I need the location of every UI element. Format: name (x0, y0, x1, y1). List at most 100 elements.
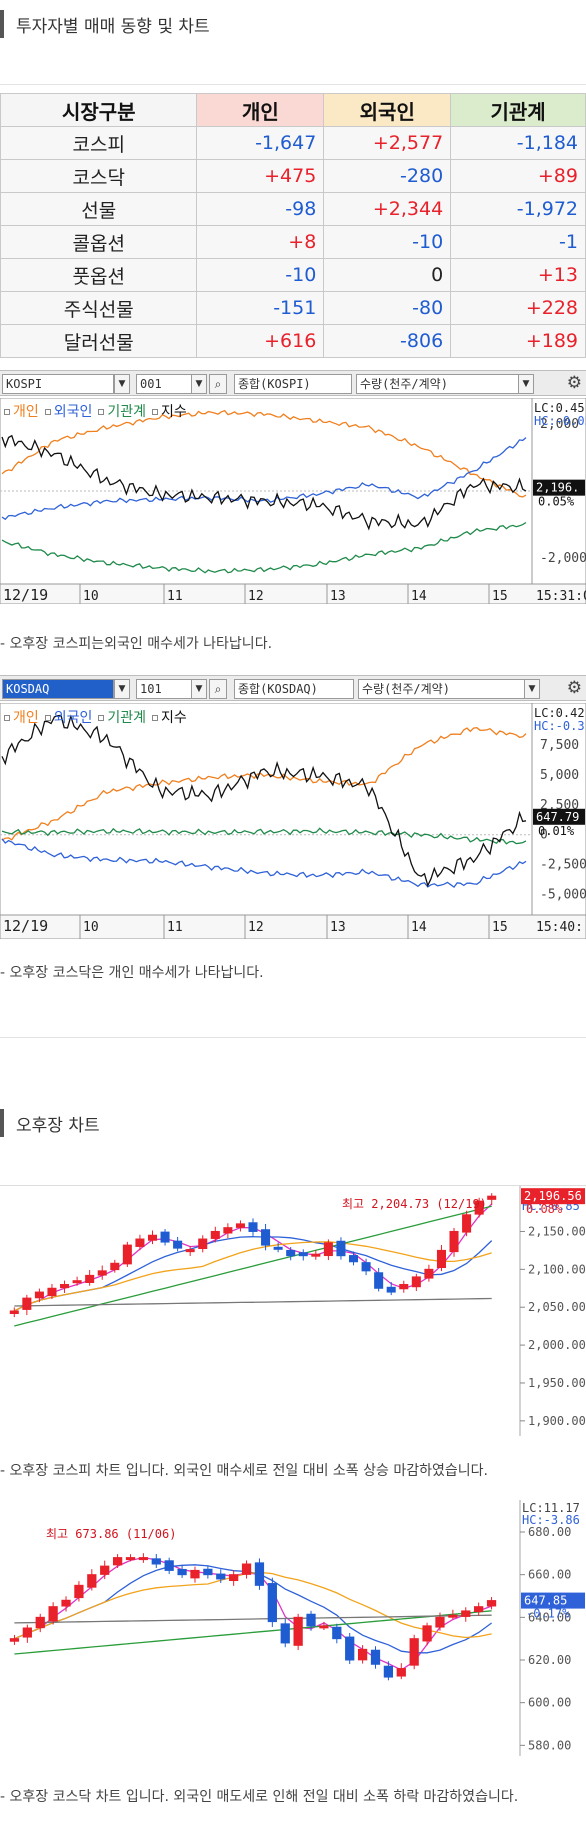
candle-body (48, 1606, 58, 1622)
pct-label: 0.05% (538, 495, 575, 509)
candle-body (248, 1222, 258, 1232)
kospi-flow-toolbar: KOSPI ▼ 001 ▼ ⌕ 종합(KOSPI) 수량(천주/계약) ▼ ⚙ (0, 370, 586, 396)
table-row: 콜옵션 +8 -10 -1 (0, 225, 586, 259)
hc-label: HC:-3.86 (522, 1513, 580, 1527)
y-tick-label: 2,150.00 (528, 1224, 586, 1238)
candle-body (306, 1613, 316, 1627)
candle-body (164, 1560, 174, 1571)
candle-body (9, 1638, 20, 1642)
candle-body (60, 1283, 70, 1289)
candle-body (203, 1568, 213, 1576)
kosdaq-flow-plot: 7,5005,0002,5000-2,500-5,000LC:0.42HC:-0… (0, 702, 586, 940)
search-icon[interactable]: ⌕ (209, 679, 227, 699)
candle-body (216, 1573, 226, 1580)
chart-legend: 개인 외국인 기관계 지수 (4, 401, 187, 421)
candle-body (396, 1668, 406, 1677)
kosdaq-flow-chart: 개인 외국인 기관계 지수 7,500 5,000 2,500 0 -2,500 -5,0… (0, 702, 586, 940)
legend-item: 개인 (4, 707, 39, 727)
candle-body (9, 1310, 19, 1314)
row-value: +228 (450, 291, 586, 325)
kospi-candle-plot: 2,150.00 2,100.00 2,050.00 2,000.00 1,950.00… (0, 1186, 586, 1436)
candle-body (319, 1625, 329, 1629)
x-tick-label: 12/19 (3, 917, 48, 935)
candle-body (293, 1616, 303, 1646)
candle-body (399, 1283, 409, 1290)
row-value: +89 (450, 159, 586, 193)
candle-body (74, 1584, 84, 1599)
unit-select[interactable]: 수량(천주/계약) (358, 679, 540, 699)
candle-body (374, 1272, 384, 1289)
x-tick-label: 14 (411, 920, 427, 935)
candle-body (190, 1569, 200, 1579)
code-select[interactable]: 101 (136, 679, 192, 699)
chevron-down-icon[interactable]: ▼ (191, 374, 207, 394)
end-time-label: 15:40: (536, 920, 583, 935)
candle-body (198, 1238, 208, 1250)
candle-body (386, 1286, 396, 1293)
candle-body (424, 1268, 434, 1279)
y-tick-label: -2,500 (540, 858, 586, 873)
candle-body (110, 1262, 120, 1271)
chevron-down-icon[interactable]: ▼ (114, 374, 130, 394)
title-bar (0, 10, 4, 38)
row-label: 코스피 (0, 126, 198, 160)
gear-icon[interactable]: ⚙ (567, 373, 582, 393)
candle-body (286, 1249, 296, 1257)
end-time-label: 15:31:0 (536, 589, 586, 604)
candle-body (357, 1648, 368, 1661)
section-title-afternoon: 오후장 차트 (0, 1109, 100, 1137)
market-select[interactable]: KOSPI (2, 374, 114, 394)
candle-body (85, 1274, 95, 1283)
candle-body (273, 1246, 283, 1250)
y-tick-label: 5,000 (540, 768, 579, 783)
candle-body (235, 1223, 245, 1228)
y-tick-label: -2,000 (540, 551, 586, 566)
row-value: 0 (323, 258, 452, 292)
divider (0, 1037, 586, 1038)
candle-body (474, 1606, 484, 1613)
kosdaq-flow-toolbar: KOSDAQ ▼ 101 ▼ ⌕ 종합(KOSDAQ) 수량(천주/계약) ▼ … (0, 675, 586, 701)
title-bar (0, 1109, 4, 1137)
x-tick-label: 13 (330, 589, 346, 604)
row-label: 코스닥 (0, 159, 198, 193)
chevron-down-icon[interactable]: ▼ (518, 374, 534, 394)
code-select[interactable]: 001 (136, 374, 192, 394)
market-select[interactable]: KOSDAQ (2, 679, 114, 699)
candle-body (448, 1614, 458, 1618)
unit-select[interactable]: 수량(천주/계약) (356, 374, 534, 394)
row-value: +2,344 (323, 192, 452, 226)
table-header-row: 시장구분 개인 외국인 기관계 (0, 93, 586, 127)
pct-label: 0.08% (526, 1202, 563, 1216)
candle-body (47, 1287, 57, 1297)
candle-body (411, 1276, 421, 1288)
candle-body (135, 1238, 145, 1247)
kosdaq-candle-chart: 680.00 660.00 640.00 620.00 600.00 580.00 최고 6… (0, 1500, 586, 1756)
kosdaq-flow-caption: - 오후장 코스닥은 개인 매수세가 나타납니다. (0, 965, 264, 981)
candle-body (383, 1665, 394, 1678)
price-tag-label: 2,196. (536, 481, 579, 495)
candle-body (267, 1583, 277, 1623)
x-tick-label: 14 (411, 589, 427, 604)
chevron-down-icon[interactable]: ▼ (524, 679, 540, 699)
chevron-down-icon[interactable]: ▼ (114, 679, 130, 699)
candle-body (311, 1253, 321, 1257)
gear-icon[interactable]: ⚙ (567, 678, 582, 698)
table-row: 달러선물 +616 -806 +189 (0, 324, 586, 358)
price-tag-label: 647.85 (524, 1594, 567, 1608)
row-value: +475 (196, 159, 325, 193)
section-title-text: 오후장 차트 (16, 1115, 100, 1136)
table-row: 선물 -98 +2,344 -1,972 (0, 192, 586, 226)
price-tag-label: 2,196.56 (524, 1189, 582, 1203)
candle-body (361, 1262, 371, 1272)
candle-body (22, 1297, 32, 1310)
search-icon[interactable]: ⌕ (209, 374, 227, 394)
hc-label: HC:-0.3 (534, 719, 585, 733)
row-value: -98 (196, 192, 325, 226)
table-row: 풋옵션 -10 0 +13 (0, 258, 586, 292)
candle-body (87, 1574, 97, 1588)
row-label: 선물 (0, 192, 198, 226)
y-tick-label: 680.00 (528, 1525, 571, 1539)
header-institution: 기관계 (450, 93, 586, 127)
candle-body (370, 1649, 381, 1665)
chevron-down-icon[interactable]: ▼ (191, 679, 207, 699)
